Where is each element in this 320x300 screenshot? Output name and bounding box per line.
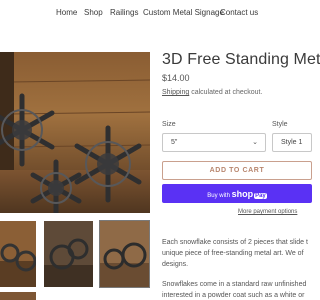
product-thumbnail-3[interactable] [99, 220, 150, 288]
nav-item-custom-metal-signage[interactable]: Custom Metal Signage [143, 8, 224, 17]
shipping-note-text: calculated at checkout. [189, 89, 263, 96]
size-select[interactable]: 5" ⌄ [162, 133, 266, 152]
buy-with-shop-pay-button[interactable]: Buy with shop Pay [162, 184, 312, 203]
top-navigation: Home Shop Railings Custom Metal Signage … [0, 0, 300, 26]
description-line-3: designs. [162, 261, 189, 268]
size-label: Size [162, 121, 176, 128]
add-to-cart-button[interactable]: ADD TO CART [162, 161, 312, 180]
size-select-value: 5" [171, 139, 178, 146]
shipping-note: Shipping calculated at checkout. [162, 89, 262, 96]
nav-item-contact-us[interactable]: Contact us [220, 8, 258, 17]
nav-item-shop[interactable]: Shop [84, 8, 103, 17]
product-thumbnail-1[interactable] [0, 221, 36, 287]
description-line-2: unique piece of free-standing metal art.… [162, 250, 304, 257]
product-thumbnail-2[interactable] [44, 221, 93, 287]
style-label: Style [272, 121, 288, 128]
style-select[interactable]: Style 1 [272, 133, 312, 152]
product-main-image[interactable] [0, 52, 150, 213]
description-line-4: Snowflakes come in a standard raw unfini… [162, 281, 307, 288]
description-line-5: interested in a powder coat such as a wh… [162, 292, 305, 299]
more-payment-options-link[interactable]: More payment options [238, 209, 297, 215]
nav-item-home[interactable]: Home [56, 8, 77, 17]
nav-item-railings[interactable]: Railings [110, 8, 138, 17]
shipping-link[interactable]: Shipping [162, 89, 189, 96]
product-thumbnail-partial [0, 292, 36, 300]
buy-with-text: Buy with [207, 193, 232, 199]
product-price: $14.00 [162, 73, 190, 83]
product-title: 3D Free Standing Meta [162, 51, 320, 68]
chevron-down-icon: ⌄ [252, 139, 258, 146]
shop-pay-logo: shop [231, 189, 254, 199]
description-line-1: Each snowflake consists of 2 pieces that… [162, 239, 308, 246]
shop-pay-badge: Pay [254, 193, 267, 199]
style-select-value: Style 1 [281, 139, 303, 146]
